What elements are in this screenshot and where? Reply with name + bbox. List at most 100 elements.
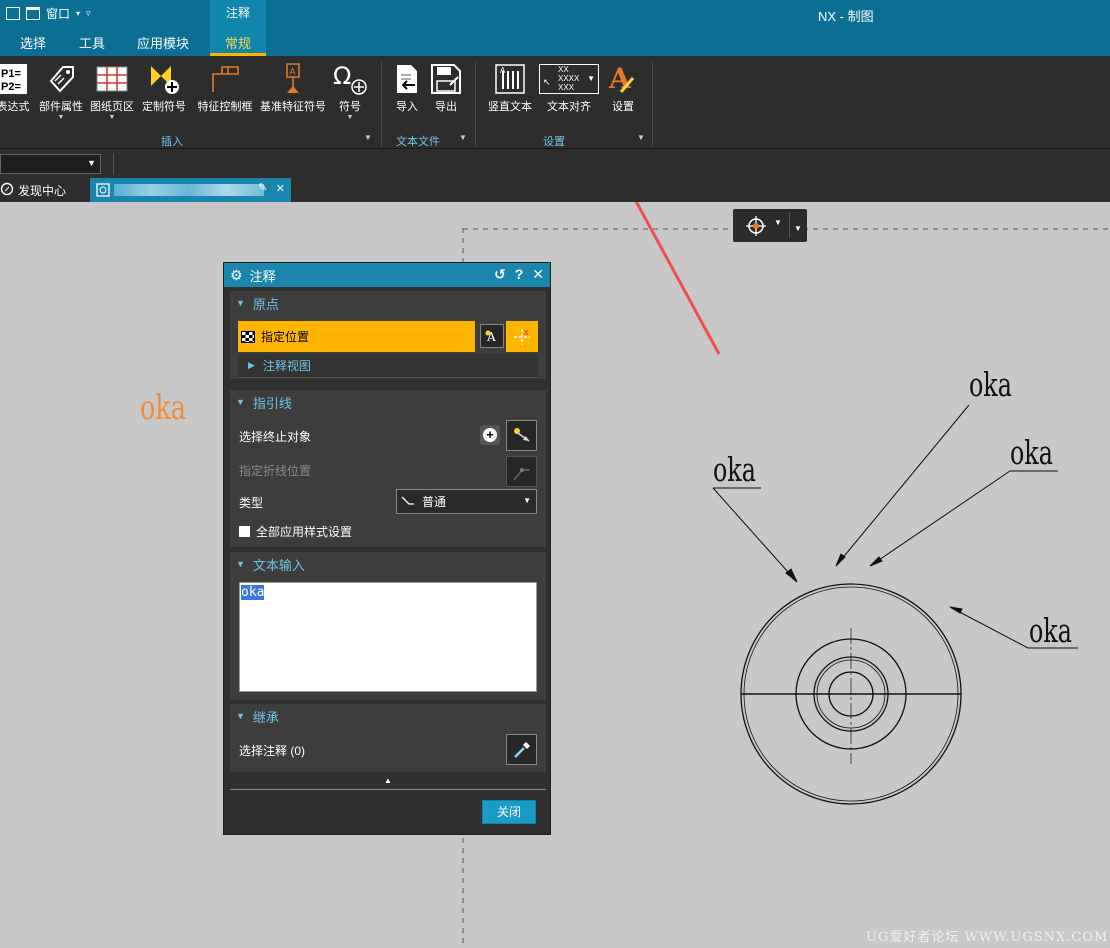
- customize-icon[interactable]: ▿: [86, 8, 91, 19]
- datum-feature-symbol-button[interactable]: A 基准特征符号: [259, 62, 327, 114]
- graphics-window[interactable]: ▼ ▼ oka oka oka oka oka: [0, 202, 1110, 948]
- group-insert-more[interactable]: ▼: [364, 133, 372, 142]
- annotation-label[interactable]: oka: [1010, 433, 1053, 472]
- selection-bar: ▼: [0, 148, 1110, 178]
- text-style-settings-icon: A: [606, 62, 640, 96]
- tab-active-document[interactable]: ✎ ✕: [90, 178, 291, 202]
- apply-all-styles-checkbox[interactable]: 全部应用样式设置: [239, 523, 352, 540]
- point-constructor-icon[interactable]: x: [506, 321, 538, 352]
- custom-symbol-icon: [141, 62, 187, 96]
- app-title: NX - 制图: [818, 9, 874, 24]
- type-filter-select[interactable]: ▼: [0, 154, 101, 174]
- drawing-file-icon: [96, 183, 110, 200]
- ribbon: P1= P2= 表达式 部件属性 ▼ 图纸页区 ▼ 定制符号 特征控制框 A 基…: [0, 56, 1110, 148]
- close-button[interactable]: 关闭: [482, 800, 536, 824]
- sheet-grid-icon: [89, 62, 135, 96]
- tag-icon: [37, 62, 85, 96]
- group-label-insert: 插入: [161, 136, 183, 148]
- close-tab-icon[interactable]: ✕: [276, 182, 285, 195]
- section-header-inherit[interactable]: ▼ 继承: [230, 704, 546, 728]
- feature-control-frame-button[interactable]: 特征控制框: [196, 62, 254, 114]
- feature-control-frame-icon: [196, 62, 254, 96]
- group-label-settings: 设置: [543, 136, 565, 148]
- help-icon[interactable]: ?: [515, 266, 524, 283]
- expression-button[interactable]: P1= P2= 表达式: [0, 62, 32, 114]
- svg-text:A: A: [290, 67, 296, 77]
- snap-point-icon[interactable]: [745, 215, 767, 240]
- omega-plus-icon: Ω: [330, 62, 370, 96]
- part-view[interactable]: [740, 583, 962, 805]
- vertical-text-icon: A: [485, 62, 535, 96]
- svg-text:A: A: [608, 62, 632, 95]
- specify-location-row[interactable]: 指定位置: [238, 321, 475, 352]
- window-icon[interactable]: [26, 7, 40, 20]
- forum-watermark: UG爱好者论坛 WWW.UGSNX.COM: [866, 930, 1109, 945]
- drawing-sheet: [462, 202, 1110, 948]
- reset-icon[interactable]: ↺: [494, 266, 506, 283]
- group-label-text-file: 文本文件: [396, 136, 440, 148]
- window-menu[interactable]: 窗口: [46, 5, 70, 22]
- vertical-text-button[interactable]: A 竖直文本: [485, 62, 535, 114]
- export-button[interactable]: 导出: [430, 62, 462, 114]
- eyedropper-icon[interactable]: [506, 734, 537, 765]
- chevron-down-icon[interactable]: ▼: [794, 224, 802, 233]
- document-tab-row: 发现中心 ✎ ✕: [0, 178, 1110, 202]
- section-leader: ▼ 指引线 选择终止对象 + 指定折线位置 类型 普通 ▼ 全部应用样式设置: [230, 390, 546, 547]
- snap-point-toolbar[interactable]: ▼ ▼: [733, 209, 807, 242]
- discovery-icon: [0, 182, 14, 199]
- type-label: 类型: [239, 496, 264, 510]
- close-icon[interactable]: ✕: [532, 266, 544, 283]
- collapse-more-bar[interactable]: ▲: [230, 776, 546, 790]
- chevron-down-icon[interactable]: ▼: [774, 218, 782, 227]
- annotation-text-area[interactable]: oka: [239, 582, 537, 692]
- section-header-origin[interactable]: ▼ 原点: [230, 291, 546, 315]
- custom-symbol-button[interactable]: 定制符号: [141, 62, 187, 114]
- text-alignment-button[interactable]: XX XXXX XXX ↖ ▼ 文本对齐: [538, 62, 600, 114]
- dialog-header[interactable]: ⚙ 注释 ↺ ? ✕: [224, 263, 550, 287]
- section-header-leader[interactable]: ▼ 指引线: [230, 390, 546, 414]
- settings-button[interactable]: A 设置: [606, 62, 640, 114]
- collapse-triangle-icon: ▼: [236, 298, 245, 308]
- blurred-filename: [114, 184, 264, 196]
- import-button[interactable]: 导入: [391, 62, 423, 114]
- select-object-icon[interactable]: [506, 420, 537, 451]
- checkbox[interactable]: [239, 526, 250, 537]
- svg-text:P2=: P2=: [1, 81, 21, 93]
- tab-general[interactable]: 常规: [225, 33, 251, 52]
- chevron-down-icon: ▼: [523, 496, 531, 505]
- symbol-button[interactable]: Ω 符号 ▼: [330, 62, 370, 122]
- specify-jog-location-label: 指定折线位置: [239, 464, 312, 478]
- window-switch-icon[interactable]: [6, 7, 20, 20]
- select-annotation-label: 选择注释 (0): [239, 744, 306, 758]
- text-location-icon[interactable]: A: [480, 324, 504, 348]
- tab-discovery-center[interactable]: 发现中心: [0, 182, 66, 199]
- section-inherit: ▼ 继承 选择注释 (0): [230, 704, 546, 772]
- guide-arrow: [634, 202, 721, 355]
- sheet-zone-button[interactable]: 图纸页区 ▼: [89, 62, 135, 122]
- import-icon: [391, 62, 423, 96]
- annotation-label[interactable]: oka: [1029, 611, 1072, 650]
- leader-type-select[interactable]: 普通 ▼: [396, 489, 537, 514]
- checker-flag-icon: [241, 330, 255, 343]
- collapse-triangle-icon: ▼: [236, 559, 245, 569]
- annotation-label[interactable]: oka: [969, 365, 1012, 404]
- tab-tools[interactable]: 工具: [79, 33, 105, 52]
- jog-location-icon[interactable]: [506, 456, 537, 487]
- select-terminating-object-label: 选择终止对象: [239, 430, 312, 444]
- tab-select[interactable]: 选择: [20, 33, 46, 52]
- dialog-title: 注释: [249, 268, 276, 284]
- part-attributes-button[interactable]: 部件属性 ▼: [37, 62, 85, 122]
- section-origin: ▼ 原点 指定位置 A x ▶ 注释视图: [230, 291, 546, 379]
- group-settings-more[interactable]: ▼: [637, 133, 645, 142]
- dropdown-icon[interactable]: ▾: [76, 9, 80, 18]
- group-text-file-more[interactable]: ▼: [459, 133, 467, 142]
- tab-application[interactable]: 应用模块: [137, 33, 189, 52]
- add-leader-icon[interactable]: +: [480, 425, 500, 445]
- annotation-dialog: ⚙ 注释 ↺ ? ✕ ▼ 原点 指定位置 A x ▶ 注释视图 ▼ 指引线 选择终止…: [223, 262, 551, 835]
- section-header-text-input[interactable]: ▼ 文本输入: [230, 552, 546, 576]
- annotation-label[interactable]: oka: [713, 450, 756, 489]
- p1p2-icon: P1= P2=: [0, 62, 32, 96]
- leader-type-icon: [401, 495, 415, 509]
- tab-pin-icon[interactable]: ✎: [258, 181, 267, 194]
- annotation-view-row[interactable]: ▶ 注释视图: [238, 354, 538, 378]
